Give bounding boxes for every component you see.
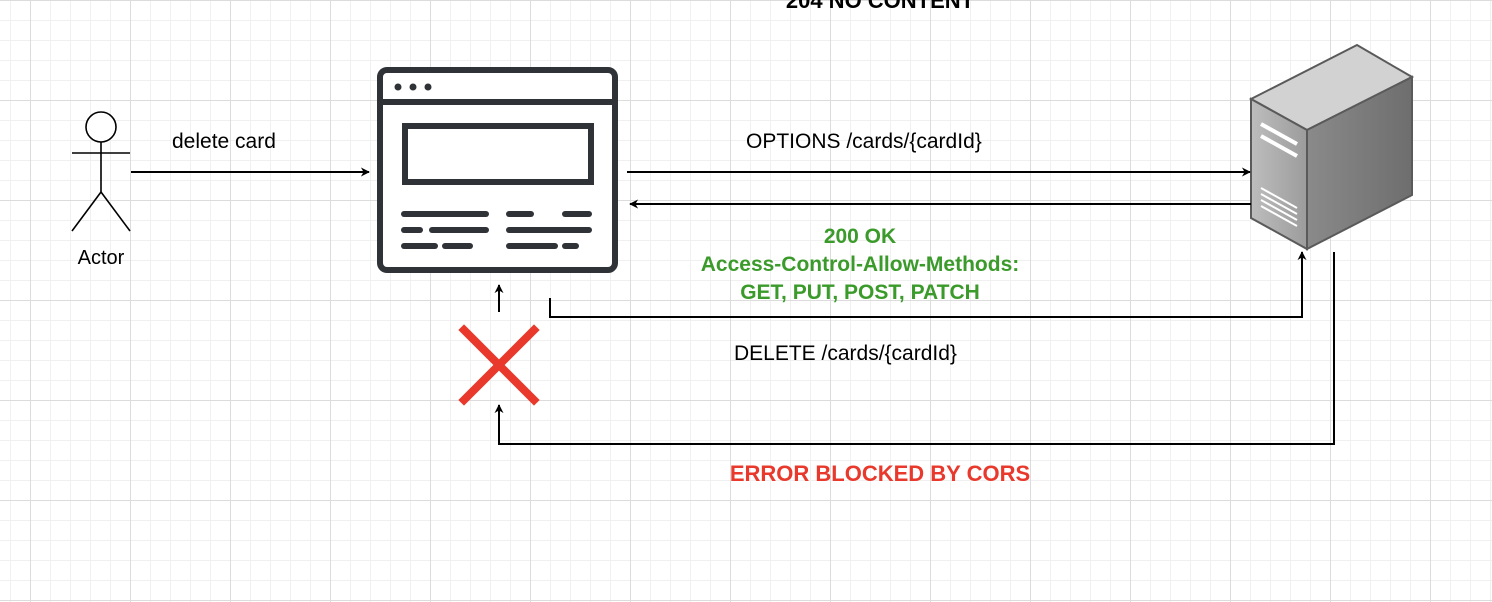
delete-request-label: DELETE /cards/{cardId} xyxy=(734,342,957,365)
actor-label: Actor xyxy=(77,247,125,269)
browser-window-icon xyxy=(377,67,618,273)
response-methods: GET, PUT, POST, PATCH xyxy=(740,281,980,304)
top-cut-label: 204 NO CONTENT xyxy=(785,0,975,13)
server-tower-icon xyxy=(1248,43,1415,251)
options-request-label: OPTIONS /cards/{cardId} xyxy=(746,130,982,153)
stick-figure-icon xyxy=(71,111,131,232)
response-header: Access-Control-Allow-Methods: xyxy=(700,253,1020,276)
response-status: 200 OK xyxy=(823,225,897,248)
delete-card-label: delete card xyxy=(172,130,276,153)
options-response-label: 200 OK Access-Control-Allow-Methods: GET… xyxy=(660,223,1060,307)
red-x-icon xyxy=(458,324,540,406)
error-label: ERROR BLOCKED BY CORS xyxy=(729,461,1031,486)
